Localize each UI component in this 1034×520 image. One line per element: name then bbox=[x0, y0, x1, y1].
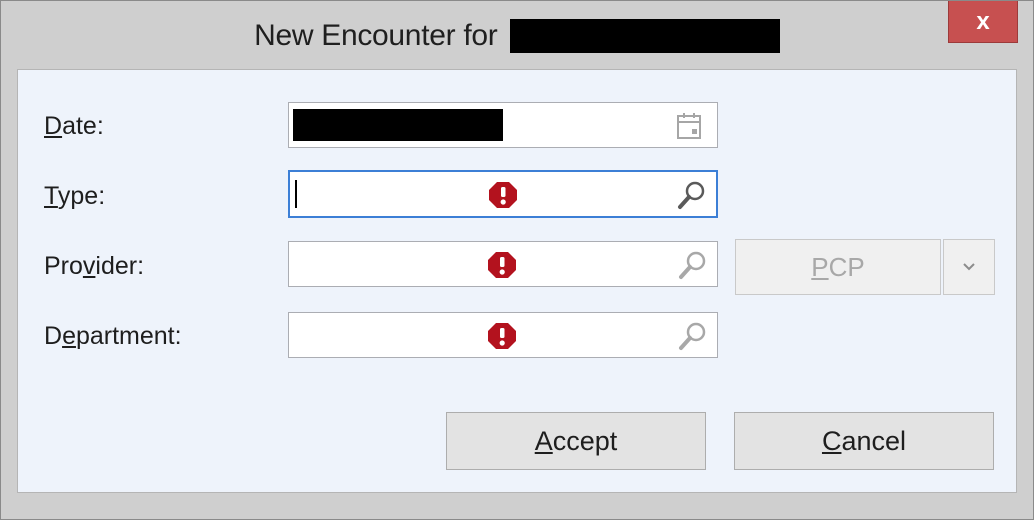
error-icon bbox=[489, 182, 517, 208]
type-field[interactable] bbox=[288, 170, 718, 218]
date-field[interactable] bbox=[288, 102, 718, 148]
type-label: Type: bbox=[44, 182, 106, 210]
calendar-icon[interactable] bbox=[675, 111, 703, 141]
magnifier-icon[interactable] bbox=[677, 320, 709, 352]
redacted-patient-name bbox=[509, 19, 780, 53]
pcp-button[interactable]: P CP bbox=[735, 239, 941, 295]
error-icon bbox=[488, 323, 516, 349]
accept-button[interactable]: Accept bbox=[446, 412, 706, 470]
pcp-dropdown-button[interactable] bbox=[943, 239, 995, 295]
dialog-title: New Encounter for bbox=[254, 19, 498, 52]
title-bar: New Encounter for x bbox=[1, 1, 1033, 69]
redacted-date-value bbox=[293, 109, 503, 141]
error-icon bbox=[488, 252, 516, 278]
department-field[interactable] bbox=[288, 312, 718, 358]
close-icon: x bbox=[976, 7, 990, 35]
chevron-down-icon bbox=[963, 263, 975, 271]
dialog-body: Date: Type: Provider: P CP Department: A… bbox=[17, 69, 1017, 493]
department-label: Department: bbox=[44, 322, 182, 350]
magnifier-icon[interactable] bbox=[677, 249, 709, 281]
provider-label: Provider: bbox=[44, 252, 145, 280]
close-button[interactable]: x bbox=[948, 1, 1018, 43]
date-label: Date: bbox=[44, 112, 104, 140]
provider-field[interactable] bbox=[288, 241, 718, 287]
dialog-window: New Encounter for x Date: Type: Provider… bbox=[0, 0, 1034, 520]
cancel-button[interactable]: Cancel bbox=[734, 412, 994, 470]
title-container: New Encounter for bbox=[1, 19, 1033, 59]
text-caret bbox=[295, 180, 297, 208]
magnifier-icon[interactable] bbox=[676, 179, 708, 211]
